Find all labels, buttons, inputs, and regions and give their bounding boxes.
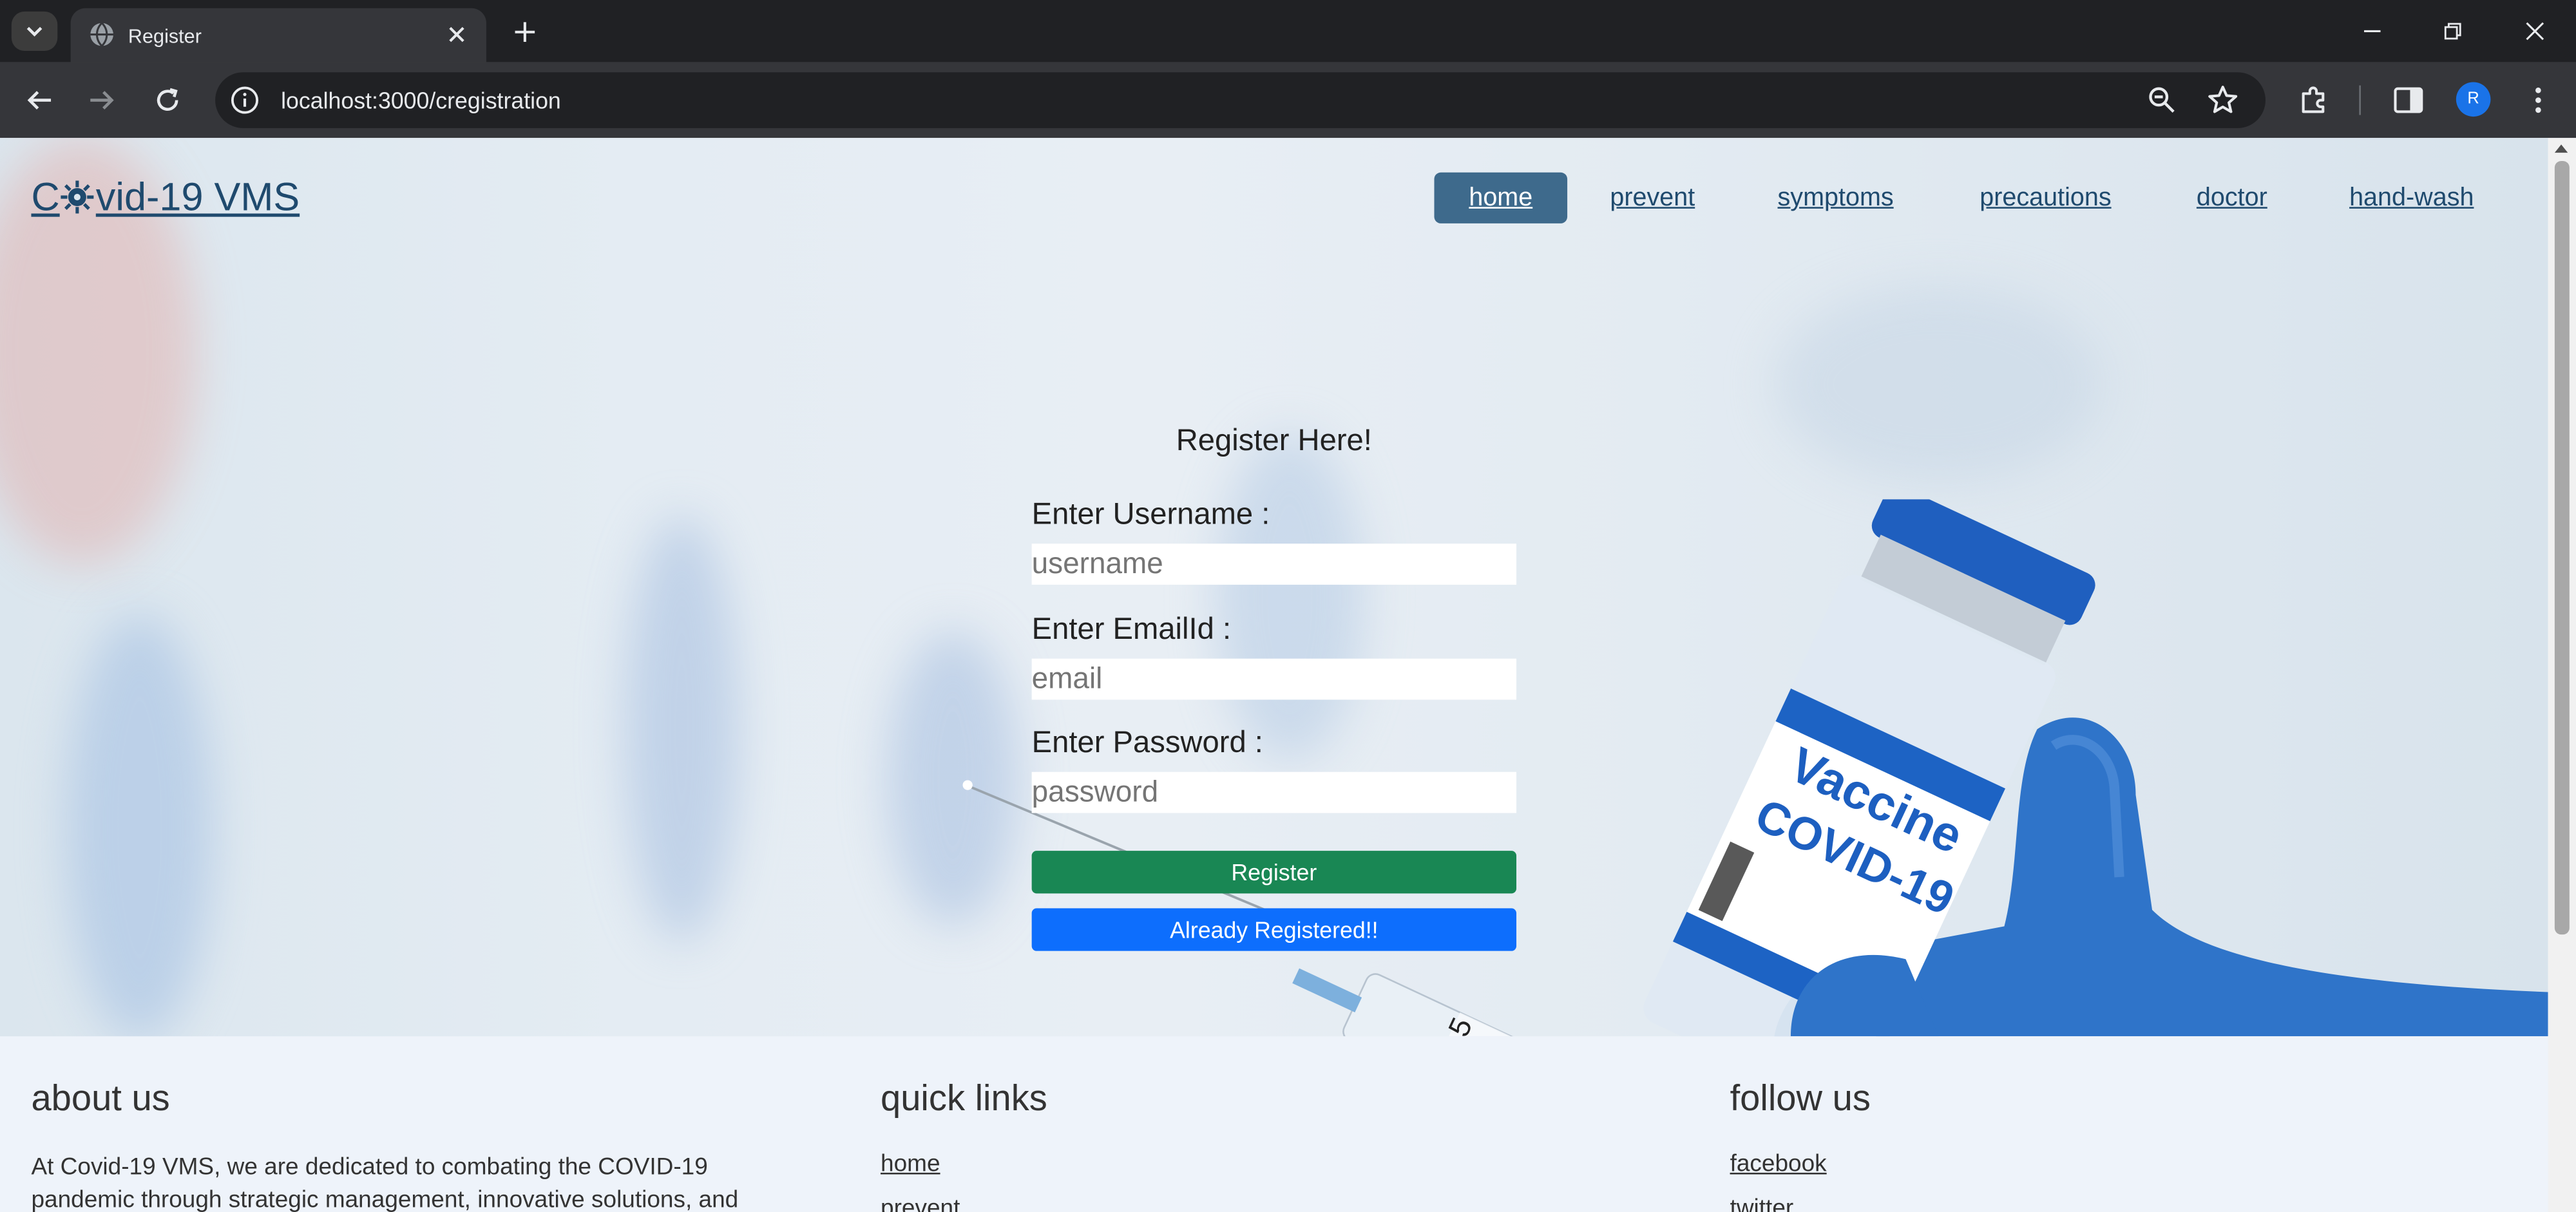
side-panel-button[interactable] bbox=[2390, 82, 2427, 118]
profile-avatar[interactable]: R bbox=[2456, 82, 2491, 117]
scrollbar-thumb[interactable] bbox=[2554, 160, 2570, 935]
already-registered-button[interactable]: Already Registered!! bbox=[1031, 908, 1517, 951]
password-label: Enter Password : bbox=[1031, 724, 1263, 759]
password-input[interactable] bbox=[1031, 772, 1517, 813]
logo-text: vid-19 VMS bbox=[95, 175, 300, 220]
tab-strip: Register bbox=[0, 0, 2576, 62]
close-window-button[interactable] bbox=[2517, 13, 2553, 49]
footer-link-twitter[interactable]: twitter bbox=[1730, 1196, 1794, 1212]
bokeh-shape bbox=[66, 614, 214, 1037]
quick-links-heading: quick links bbox=[881, 1077, 1047, 1119]
footer-link-facebook[interactable]: facebook bbox=[1730, 1151, 1827, 1178]
follow-heading: follow us bbox=[1730, 1077, 1871, 1119]
email-label: Enter EmailId : bbox=[1031, 611, 1232, 646]
needle-tip bbox=[962, 780, 973, 790]
hero-section: 0.5 Vaccine COVID-19 bbox=[0, 138, 2548, 1037]
arrow-left-icon bbox=[27, 91, 52, 109]
toolbar-divider bbox=[2359, 85, 2361, 115]
about-heading: about us bbox=[31, 1077, 170, 1119]
scroll-up-arrow[interactable] bbox=[2554, 144, 2568, 153]
more-vertical-icon bbox=[2535, 87, 2541, 113]
bokeh-shape bbox=[624, 515, 739, 943]
browser-toolbar: localhost:3000/cregistration R bbox=[0, 62, 2576, 138]
forward-button[interactable] bbox=[82, 80, 122, 120]
page-viewport: 0.5 Vaccine COVID-19 bbox=[0, 138, 2576, 1212]
zoom-icon[interactable] bbox=[2147, 86, 2177, 115]
bookmark-star-icon[interactable] bbox=[2206, 84, 2239, 117]
logo-letter-c: C bbox=[31, 175, 60, 220]
site-header: Cvid-19 VMS home prevent symptoms precau… bbox=[0, 138, 2548, 261]
about-text: At Covid-19 VMS, we are dedicated to com… bbox=[31, 1154, 739, 1212]
nav-precautions[interactable]: precautions bbox=[1980, 184, 2111, 214]
bokeh-shape bbox=[1774, 285, 2103, 483]
email-input[interactable] bbox=[1031, 658, 1517, 700]
username-input[interactable] bbox=[1031, 544, 1517, 585]
site-info-icon[interactable] bbox=[230, 86, 260, 115]
nav-doctor[interactable]: doctor bbox=[2197, 184, 2267, 214]
browser-window: Register localhost:3000/cregistration R … bbox=[0, 0, 2576, 1212]
address-bar[interactable]: localhost:3000/cregistration bbox=[215, 72, 2266, 128]
tab-search-button[interactable] bbox=[11, 11, 58, 52]
browser-menu-button[interactable] bbox=[2520, 82, 2556, 118]
nav-symptoms[interactable]: symptoms bbox=[1778, 184, 1894, 214]
site-logo[interactable]: Cvid-19 VMS bbox=[31, 176, 300, 222]
restore-button[interactable] bbox=[2435, 13, 2471, 49]
chevron-down-icon bbox=[26, 26, 43, 37]
globe-icon bbox=[90, 22, 113, 47]
minimize-icon bbox=[2364, 30, 2381, 32]
tab-title: Register bbox=[128, 24, 202, 48]
username-label: Enter Username : bbox=[1031, 496, 1270, 531]
reload-icon bbox=[157, 88, 178, 111]
nav-prevent[interactable]: prevent bbox=[1610, 184, 1695, 214]
site-footer: about us At Covid-19 VMS, we are dedicat… bbox=[0, 1036, 2548, 1212]
nav-hand-wash[interactable]: hand-wash bbox=[2349, 184, 2474, 214]
extensions-button[interactable] bbox=[2295, 82, 2331, 118]
form-heading: Register Here! bbox=[1176, 422, 1372, 457]
url-text: localhost:3000/cregistration bbox=[281, 87, 561, 113]
reload-button[interactable] bbox=[148, 80, 187, 120]
virus-icon bbox=[61, 180, 95, 214]
new-tab-button[interactable] bbox=[506, 13, 542, 49]
footer-link-prevent[interactable]: prevent bbox=[881, 1196, 960, 1212]
side-panel-icon bbox=[2394, 87, 2423, 113]
puzzle-icon bbox=[2302, 86, 2325, 113]
footer-link-home[interactable]: home bbox=[881, 1151, 940, 1178]
browser-tab[interactable]: Register bbox=[70, 8, 486, 62]
page-scrollbar[interactable] bbox=[2548, 138, 2576, 1212]
nav-home[interactable]: home bbox=[1434, 172, 1568, 223]
arrow-right-icon bbox=[90, 91, 114, 109]
back-button[interactable] bbox=[20, 80, 59, 120]
close-tab-button[interactable] bbox=[442, 20, 472, 50]
restore-icon bbox=[2444, 23, 2461, 40]
close-icon bbox=[449, 26, 464, 43]
plus-icon bbox=[514, 21, 534, 41]
close-icon bbox=[2526, 22, 2544, 41]
minimize-button[interactable] bbox=[2354, 13, 2390, 49]
register-button[interactable]: Register bbox=[1031, 851, 1517, 894]
